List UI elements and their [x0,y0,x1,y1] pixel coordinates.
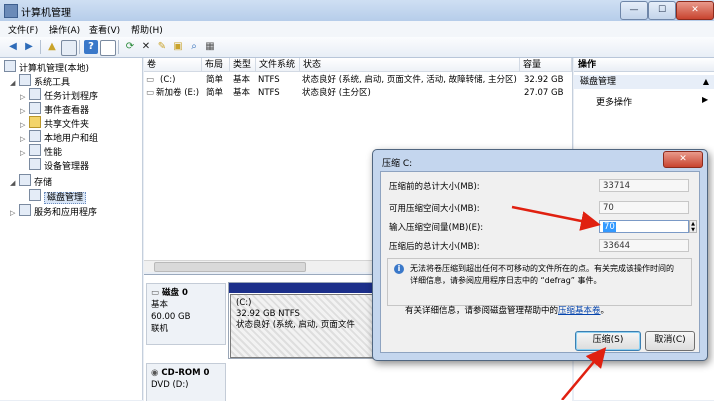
annotation-arrows [511,205,607,400]
arrow-to-input [511,205,601,231]
arrow-to-shrink-button [561,347,607,400]
